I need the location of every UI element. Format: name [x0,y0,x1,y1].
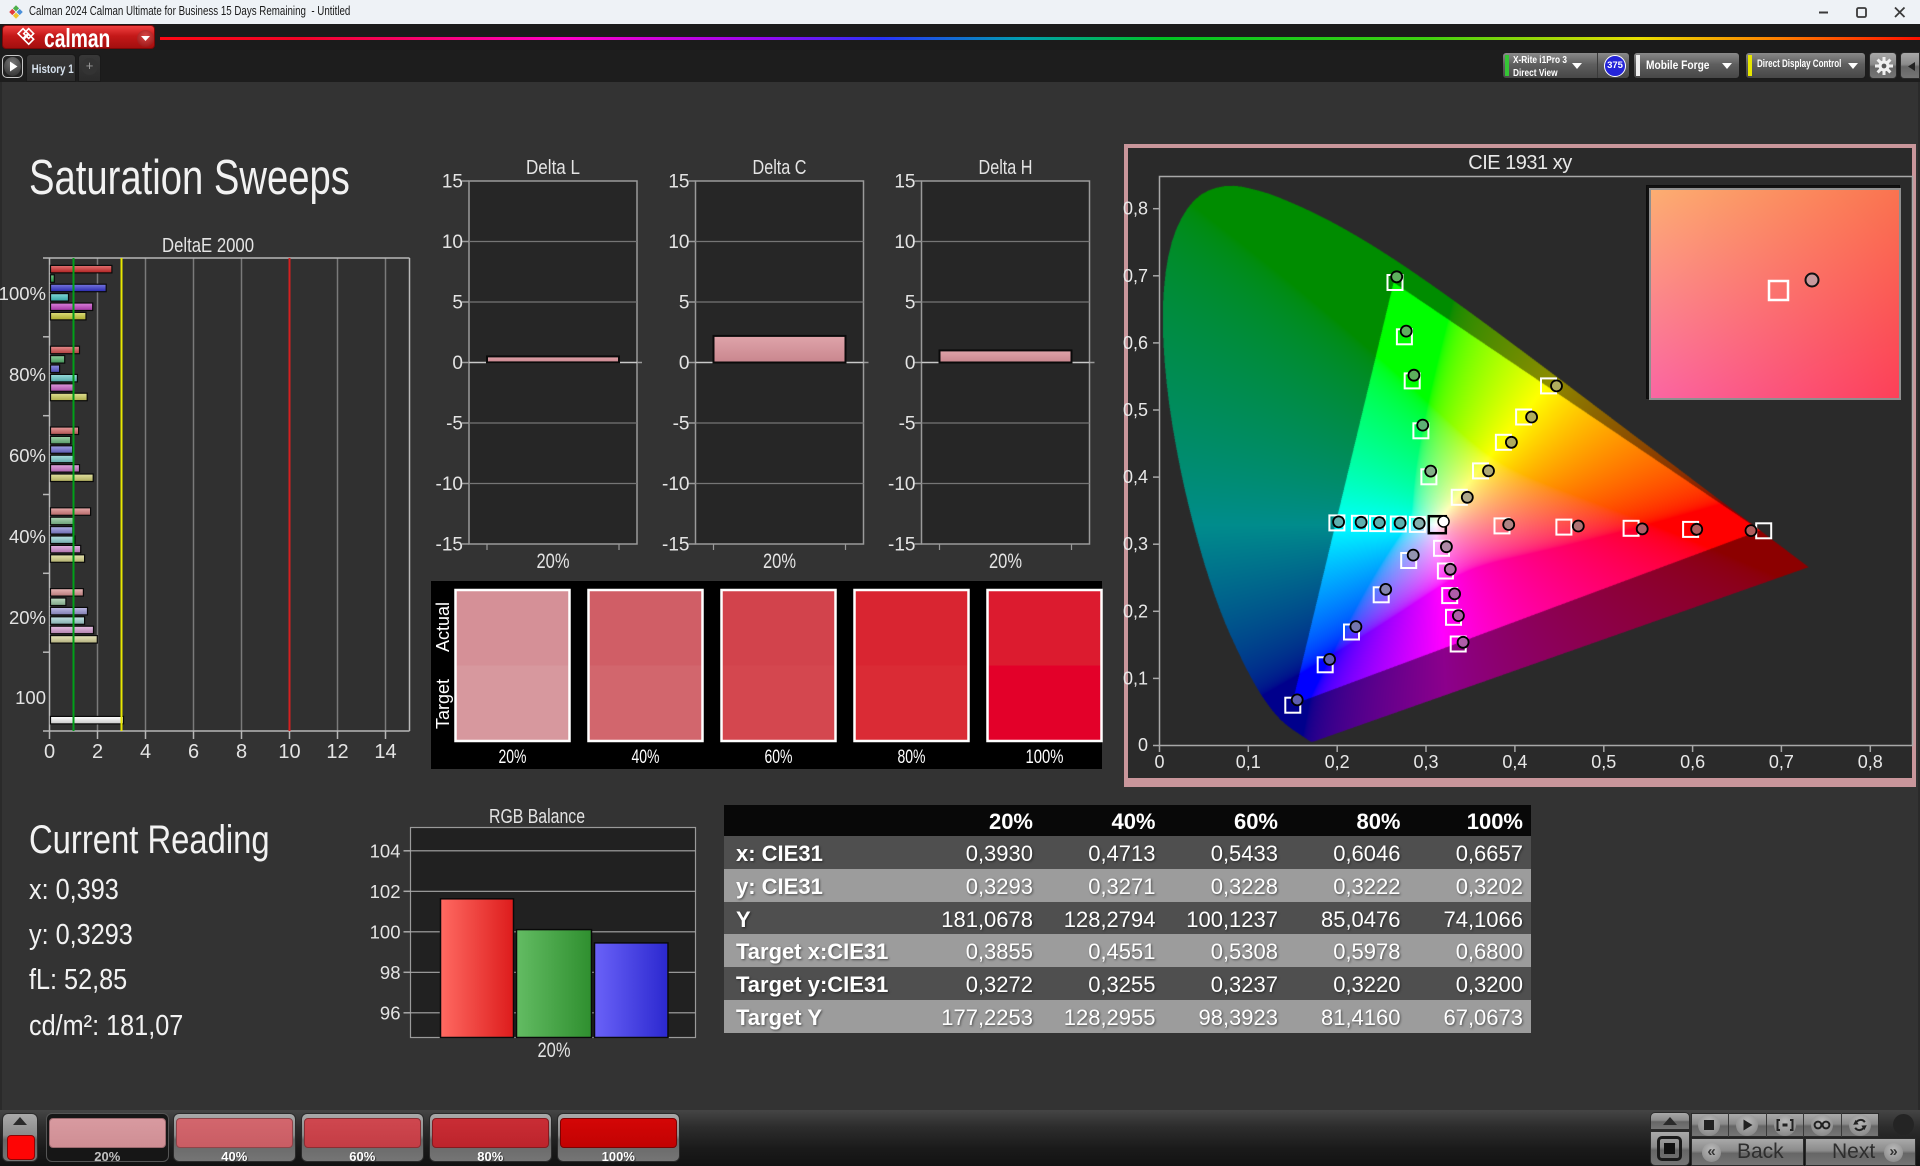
svg-text:0,5: 0,5 [1123,400,1148,420]
svg-text:0,6: 0,6 [1123,333,1148,353]
svg-text:100: 100 [370,921,401,942]
svg-text:0,6: 0,6 [1680,752,1705,772]
svg-text:RGB Balance: RGB Balance [489,806,585,828]
svg-text:20%: 20% [538,1039,571,1062]
svg-text:0: 0 [1154,752,1164,772]
svg-text:104: 104 [370,840,401,861]
svg-text:0,1: 0,1 [1123,668,1148,688]
svg-text:98: 98 [380,962,401,983]
svg-text:0,1: 0,1 [1236,752,1261,772]
svg-text:0: 0 [1138,735,1148,755]
svg-text:0,4: 0,4 [1123,467,1148,487]
svg-text:96: 96 [380,1002,401,1023]
svg-text:0,3: 0,3 [1123,534,1148,554]
svg-text:0,7: 0,7 [1769,752,1794,772]
svg-text:0,4: 0,4 [1502,752,1527,772]
svg-text:102: 102 [370,881,401,902]
svg-text:0,7: 0,7 [1123,266,1148,286]
svg-text:0,3: 0,3 [1413,752,1438,772]
svg-text:0,8: 0,8 [1858,752,1883,772]
svg-text:0,8: 0,8 [1123,199,1148,219]
svg-text:0,2: 0,2 [1123,601,1148,621]
svg-text:0,5: 0,5 [1591,752,1616,772]
svg-text:0,2: 0,2 [1325,752,1350,772]
